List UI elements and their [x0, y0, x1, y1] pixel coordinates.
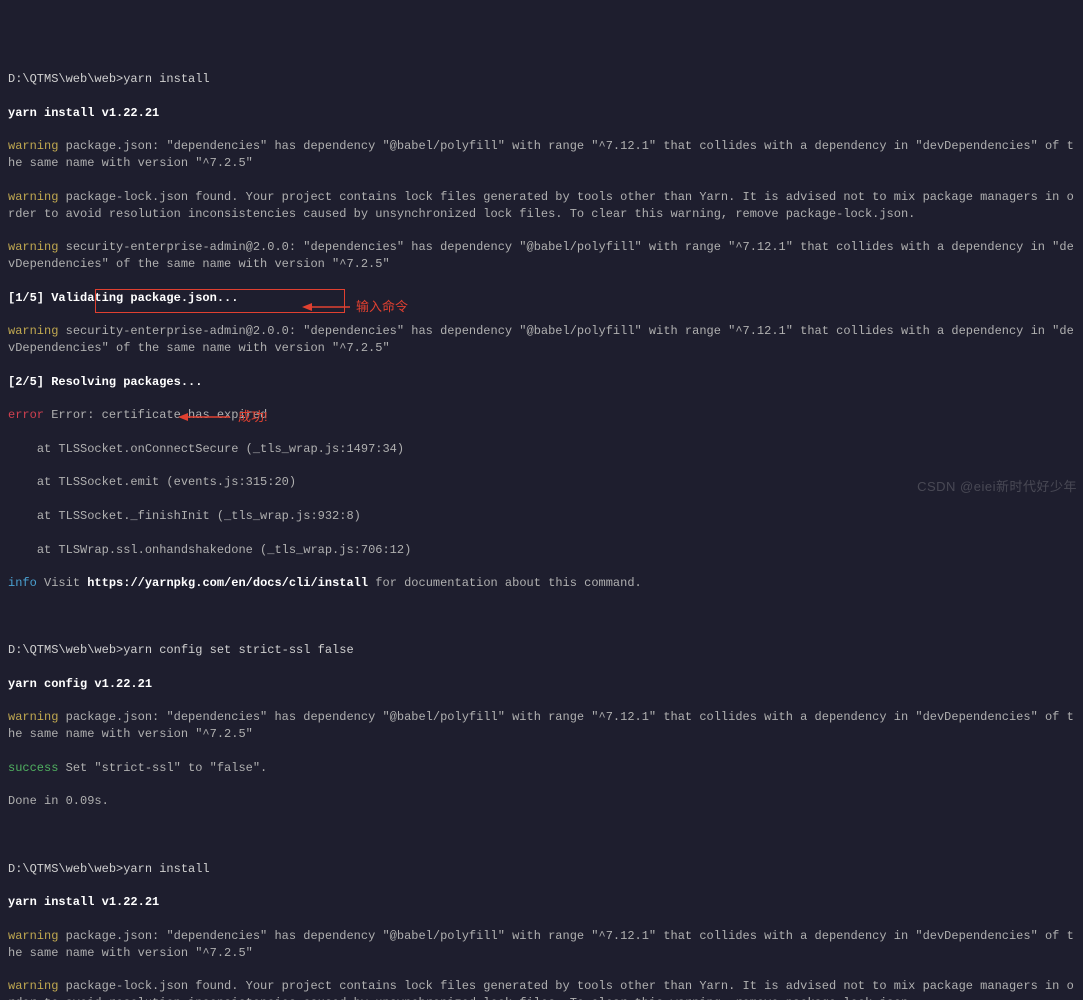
blank-line	[8, 609, 1075, 626]
warn-line-6: warning package.json: "dependencies" has…	[8, 928, 1075, 962]
prompt-line-3[interactable]: D:\QTMS\web\web>yarn install	[8, 861, 1075, 878]
info-prefix: Visit	[37, 576, 87, 590]
cmd-install-1: yarn install	[123, 72, 209, 86]
stack-4: at TLSWrap.ssl.onhandshakedone (_tls_wra…	[8, 542, 1075, 559]
yarn-config-version: yarn config v1.22.21	[8, 676, 1075, 693]
error-text: Error: certificate has expired	[44, 408, 267, 422]
warn-text: security-enterprise-admin@2.0.0: "depend…	[8, 240, 1074, 271]
success-line: success Set "strict-ssl" to "false".	[8, 760, 1075, 777]
warn-line-5: warning package.json: "dependencies" has…	[8, 709, 1075, 743]
cmd-config: yarn config set strict-ssl false	[123, 643, 353, 657]
prompt-path: D:\QTMS\web\web>	[8, 862, 123, 876]
stack-2: at TLSSocket.emit (events.js:315:20)	[8, 474, 1075, 491]
stack-1: at TLSSocket.onConnectSecure (_tls_wrap.…	[8, 441, 1075, 458]
error-label: error	[8, 408, 44, 422]
warn-text: security-enterprise-admin@2.0.0: "depend…	[8, 324, 1074, 355]
cmd-install-2: yarn install	[123, 862, 209, 876]
info-line: info Visit https://yarnpkg.com/en/docs/c…	[8, 575, 1075, 592]
step-1: [1/5] Validating package.json...	[8, 290, 1075, 307]
warn-label: warning	[8, 190, 58, 204]
stack-3: at TLSSocket._finishInit (_tls_wrap.js:9…	[8, 508, 1075, 525]
warn-text: package.json: "dependencies" has depende…	[8, 139, 1074, 170]
warn-text: package-lock.json found. Your project co…	[8, 979, 1074, 1000]
info-label: info	[8, 576, 37, 590]
warn-label: warning	[8, 139, 58, 153]
warn-line-4: warning security-enterprise-admin@2.0.0:…	[8, 323, 1075, 357]
warn-text: package-lock.json found. Your project co…	[8, 190, 1074, 221]
yarn-install-version-1: yarn install v1.22.21	[8, 105, 1075, 122]
info-suffix: for documentation about this command.	[368, 576, 642, 590]
warn-label: warning	[8, 929, 58, 943]
info-url: https://yarnpkg.com/en/docs/cli/install	[87, 576, 368, 590]
prompt-path: D:\QTMS\web\web>	[8, 72, 123, 86]
warn-label: warning	[8, 240, 58, 254]
watermark: CSDN @eiei新时代好少年	[917, 478, 1077, 496]
prompt-line-2[interactable]: D:\QTMS\web\web>yarn config set strict-s…	[8, 642, 1075, 659]
blank-line-2	[8, 827, 1075, 844]
yarn-install-version-2: yarn install v1.22.21	[8, 894, 1075, 911]
prompt-path: D:\QTMS\web\web>	[8, 643, 123, 657]
done-line: Done in 0.09s.	[8, 793, 1075, 810]
warn-line-7: warning package-lock.json found. Your pr…	[8, 978, 1075, 1000]
warn-line-1: warning package.json: "dependencies" has…	[8, 138, 1075, 172]
error-line: error Error: certificate has expired	[8, 407, 1075, 424]
warn-text: package.json: "dependencies" has depende…	[8, 710, 1074, 741]
success-text: Set "strict-ssl" to "false".	[58, 761, 267, 775]
step-2: [2/5] Resolving packages...	[8, 374, 1075, 391]
warn-label: warning	[8, 324, 58, 338]
warn-line-3: warning security-enterprise-admin@2.0.0:…	[8, 239, 1075, 273]
warn-label: warning	[8, 979, 58, 993]
warn-label: warning	[8, 710, 58, 724]
prompt-line-1[interactable]: D:\QTMS\web\web>yarn install	[8, 71, 1075, 88]
warn-line-2: warning package-lock.json found. Your pr…	[8, 189, 1075, 223]
success-label: success	[8, 761, 58, 775]
warn-text: package.json: "dependencies" has depende…	[8, 929, 1074, 960]
